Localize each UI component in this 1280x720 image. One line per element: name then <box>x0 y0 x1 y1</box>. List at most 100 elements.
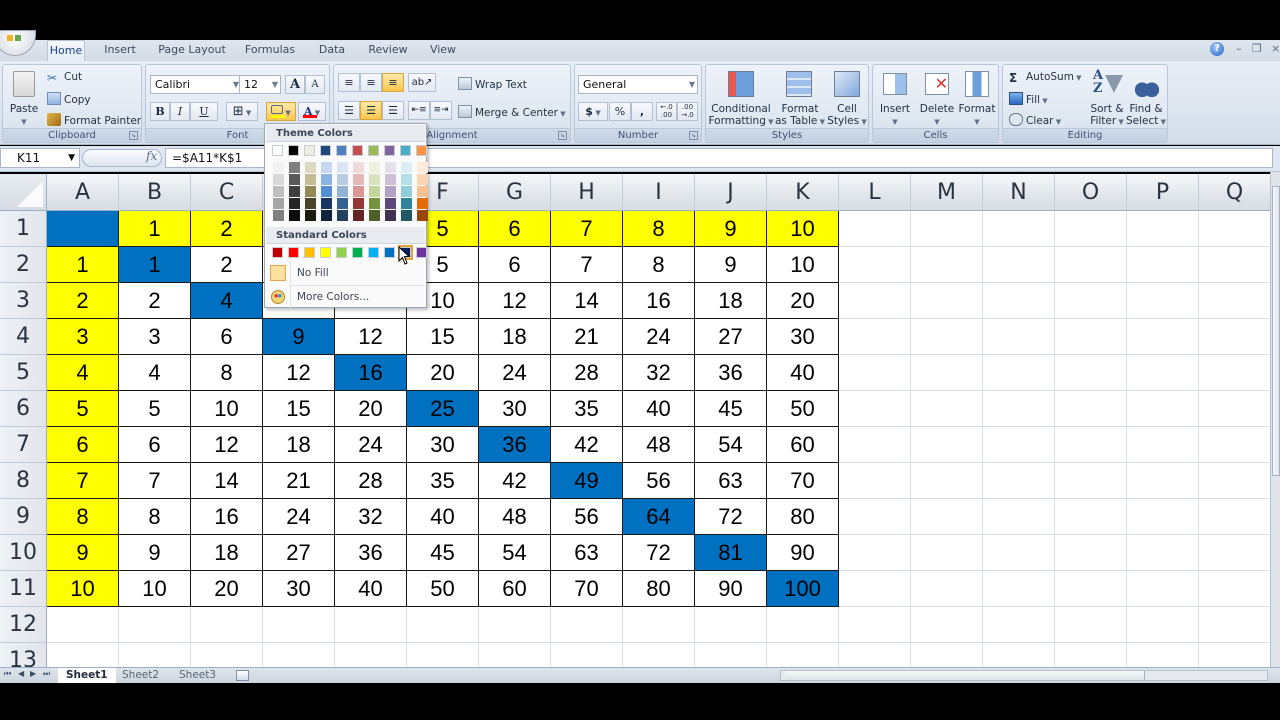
cell-j9[interactable]: 72 <box>695 499 767 535</box>
grow-font-button[interactable]: A <box>285 75 305 94</box>
horizontal-scrollbar[interactable] <box>780 670 1268 681</box>
cell-f5[interactable]: 20 <box>407 355 479 391</box>
cell-a2[interactable]: 1 <box>47 247 119 283</box>
cell-i9[interactable]: 64 <box>623 499 695 535</box>
theme-shade-swatch[interactable] <box>369 162 380 173</box>
theme-shade-swatch[interactable] <box>289 186 300 197</box>
cell-f10[interactable]: 45 <box>407 535 479 571</box>
theme-shade-swatch[interactable] <box>305 198 316 209</box>
theme-shade-swatch[interactable] <box>321 174 332 185</box>
theme-shade-swatch[interactable] <box>273 162 284 173</box>
cell-m5[interactable] <box>911 355 983 391</box>
cell-k10[interactable]: 90 <box>767 535 839 571</box>
theme-shade-swatch[interactable] <box>417 210 428 221</box>
orientation-button[interactable]: ab↗ <box>408 73 436 92</box>
cell-m3[interactable] <box>911 283 983 319</box>
theme-color-swatch[interactable] <box>368 145 379 156</box>
column-header-l[interactable]: L <box>839 174 911 211</box>
cell-g8[interactable]: 42 <box>479 463 551 499</box>
cell-f9[interactable]: 40 <box>407 499 479 535</box>
cell-g11[interactable]: 60 <box>479 571 551 607</box>
tab-review[interactable]: Review <box>366 40 410 61</box>
cell-q8[interactable] <box>1199 463 1270 499</box>
cell-d4[interactable]: 9 <box>263 319 335 355</box>
cell-a4[interactable]: 3 <box>47 319 119 355</box>
cell-a9[interactable]: 8 <box>47 499 119 535</box>
row-header-3[interactable]: 3 <box>0 283 47 319</box>
cell-o1[interactable] <box>1055 211 1127 247</box>
tab-home[interactable]: Home <box>47 40 85 61</box>
cell-m6[interactable] <box>911 391 983 427</box>
cell-j11[interactable]: 90 <box>695 571 767 607</box>
cell-e6[interactable]: 20 <box>335 391 407 427</box>
vertical-scroll-thumb[interactable] <box>1272 186 1280 476</box>
cell-d12[interactable] <box>263 607 335 643</box>
cell-i4[interactable]: 24 <box>623 319 695 355</box>
cell-i13[interactable] <box>623 643 695 667</box>
merge-center-button[interactable]: Merge & Center ▼ <box>458 105 566 119</box>
bold-button[interactable]: B <box>150 102 170 121</box>
cell-n11[interactable] <box>983 571 1055 607</box>
cell-o8[interactable] <box>1055 463 1127 499</box>
horizontal-scroll-thumb[interactable] <box>785 671 1145 680</box>
theme-color-swatch[interactable] <box>352 145 363 156</box>
theme-shade-swatch[interactable] <box>337 174 348 185</box>
theme-shade-swatch[interactable] <box>401 198 412 209</box>
font-size-select[interactable]: 12 ▼ <box>239 75 281 94</box>
cell-q13[interactable] <box>1199 643 1270 667</box>
cell-h8[interactable]: 49 <box>551 463 623 499</box>
theme-shade-swatch[interactable] <box>305 210 316 221</box>
column-header-q[interactable]: Q <box>1199 174 1270 211</box>
cell-h10[interactable]: 63 <box>551 535 623 571</box>
cell-l7[interactable] <box>839 427 911 463</box>
cell-o7[interactable] <box>1055 427 1127 463</box>
insert-function-icon[interactable]: fx <box>146 149 157 163</box>
cell-b9[interactable]: 8 <box>119 499 191 535</box>
cell-j12[interactable] <box>695 607 767 643</box>
cell-a10[interactable]: 9 <box>47 535 119 571</box>
cell-c7[interactable]: 12 <box>191 427 263 463</box>
column-header-h[interactable]: H <box>551 174 623 211</box>
cell-p2[interactable] <box>1127 247 1199 283</box>
cell-k12[interactable] <box>767 607 839 643</box>
cell-i7[interactable]: 48 <box>623 427 695 463</box>
theme-shade-swatch[interactable] <box>401 210 412 221</box>
help-icon[interactable]: ? <box>1210 42 1224 56</box>
tab-data[interactable]: Data <box>314 40 350 61</box>
column-header-c[interactable]: C <box>191 174 263 211</box>
cell-k4[interactable]: 30 <box>767 319 839 355</box>
cell-n9[interactable] <box>983 499 1055 535</box>
theme-shade-swatch[interactable] <box>353 162 364 173</box>
cell-c2[interactable]: 2 <box>191 247 263 283</box>
cut-button[interactable]: ✂ Cut <box>47 71 82 85</box>
copy-button[interactable]: Copy <box>47 92 91 106</box>
align-top-button[interactable]: ≡ <box>338 73 360 92</box>
font-name-select[interactable]: Calibri ▼ <box>150 75 242 94</box>
cell-l8[interactable] <box>839 463 911 499</box>
theme-shade-swatch[interactable] <box>337 186 348 197</box>
select-all-button[interactable] <box>0 174 47 211</box>
cell-n12[interactable] <box>983 607 1055 643</box>
theme-shade-swatch[interactable] <box>321 162 332 173</box>
sheet-tab-sheet1[interactable]: Sheet1 <box>58 668 116 683</box>
cell-b4[interactable]: 3 <box>119 319 191 355</box>
cell-c4[interactable]: 6 <box>191 319 263 355</box>
clear-button[interactable]: Clear ▼ <box>1009 113 1061 127</box>
align-middle-button[interactable]: ≡ <box>360 73 382 92</box>
cell-m1[interactable] <box>911 211 983 247</box>
cell-l2[interactable] <box>839 247 911 283</box>
sheet-tab-sheet3[interactable]: Sheet3 <box>171 668 224 683</box>
cell-l11[interactable] <box>839 571 911 607</box>
standard-color-swatch[interactable] <box>336 247 347 258</box>
cell-f4[interactable]: 15 <box>407 319 479 355</box>
increase-indent-button[interactable]: ≡⇥ <box>430 101 452 120</box>
cell-j7[interactable]: 54 <box>695 427 767 463</box>
cell-a8[interactable]: 7 <box>47 463 119 499</box>
cell-h6[interactable]: 35 <box>551 391 623 427</box>
cell-j2[interactable]: 9 <box>695 247 767 283</box>
cell-l3[interactable] <box>839 283 911 319</box>
cell-b6[interactable]: 5 <box>119 391 191 427</box>
theme-color-swatch[interactable] <box>400 145 411 156</box>
cell-g6[interactable]: 30 <box>479 391 551 427</box>
cell-q3[interactable] <box>1199 283 1270 319</box>
